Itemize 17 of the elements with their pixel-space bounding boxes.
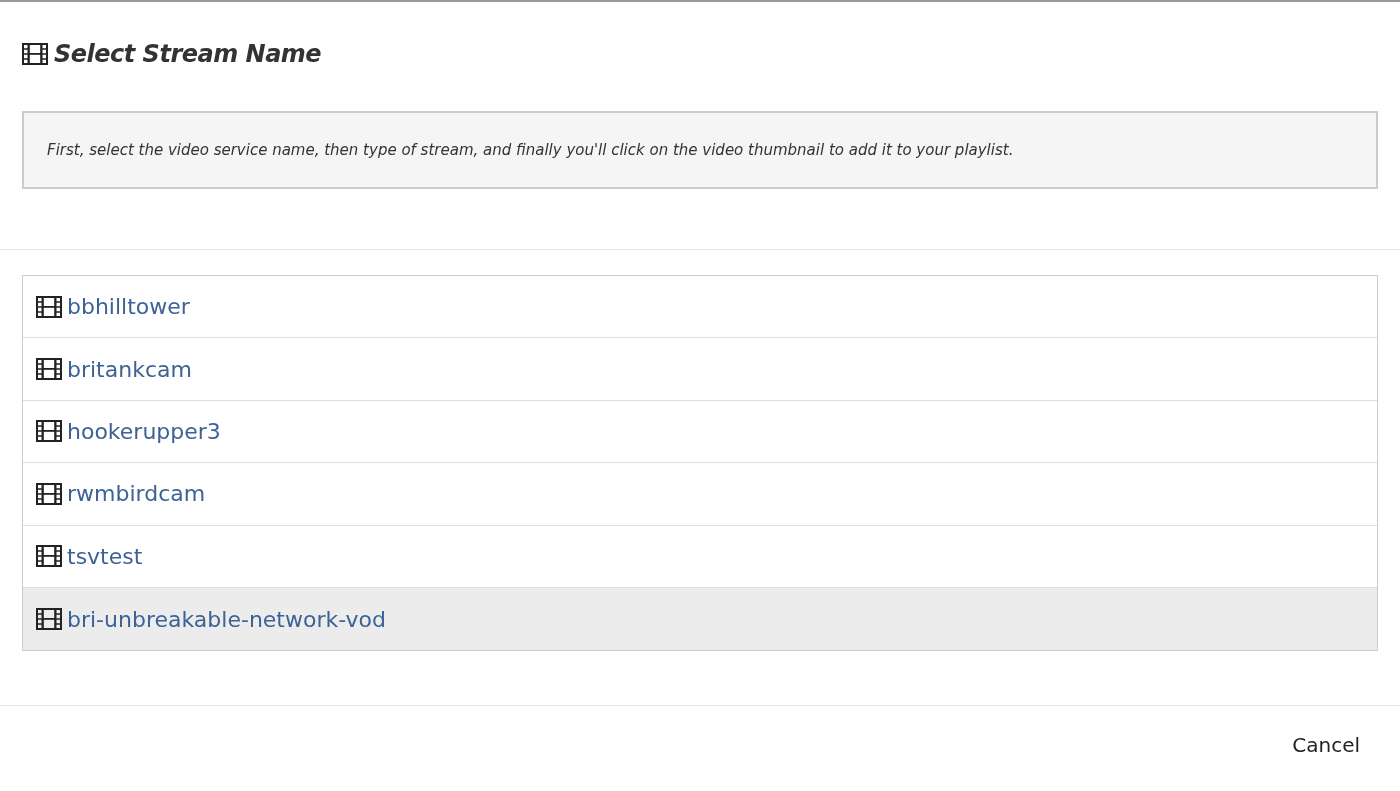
film-icon [22, 43, 48, 66]
film-icon [36, 295, 62, 318]
film-icon [36, 608, 62, 631]
stream-link[interactable]: hookerupper3 [67, 414, 221, 448]
cancel-button[interactable]: Cancel [1292, 730, 1360, 760]
dialog-title: Select Stream Name [54, 40, 322, 69]
stream-link[interactable]: britankcam [67, 352, 192, 386]
film-icon [36, 545, 62, 568]
stream-row[interactable]: bri-unbreakable-network-vod [23, 587, 1377, 651]
film-icon [36, 420, 62, 443]
stream-link[interactable]: bri-unbreakable-network-vod [67, 602, 386, 636]
stream-link[interactable]: bbhilltower [67, 290, 190, 324]
stream-link[interactable]: tsvtest [67, 539, 143, 573]
stream-link[interactable]: rwmbirdcam [67, 477, 206, 511]
instructions-text: First, select the video service name, then type of stream, and finally you'll click on the video thumbnail to add it to your playlist. [22, 110, 1378, 190]
film-icon [36, 358, 62, 381]
film-icon [36, 482, 62, 505]
